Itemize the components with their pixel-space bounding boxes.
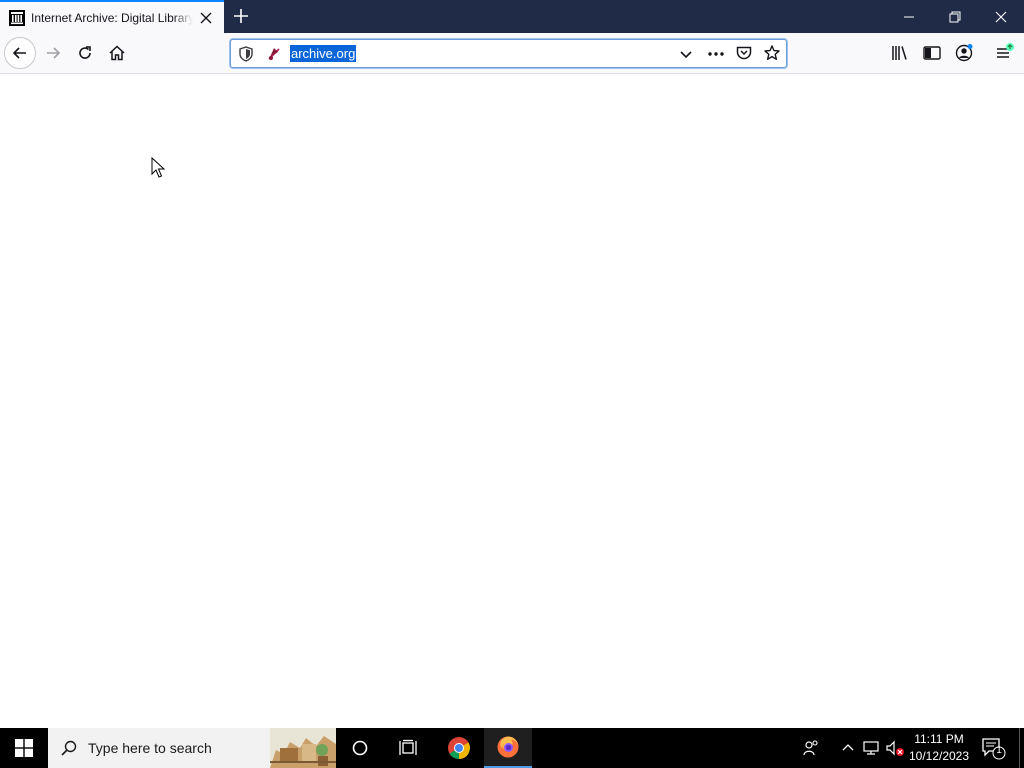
autoplay-blocked-icon[interactable] — [265, 45, 283, 63]
library-icon[interactable] — [890, 43, 910, 63]
bookmark-star-icon[interactable] — [763, 44, 781, 62]
new-tab-icon[interactable] — [230, 5, 252, 27]
show-hidden-icons-chevron-up-icon[interactable] — [838, 738, 858, 758]
taskbar-clock[interactable]: 11:11 PM 10/12/2023 — [906, 731, 972, 765]
navigation-toolbar: archive.org — [0, 33, 1024, 74]
pocket-icon[interactable] — [735, 44, 753, 62]
network-icon[interactable] — [861, 738, 881, 758]
task-view-button[interactable] — [384, 728, 432, 768]
sidebar-icon[interactable] — [922, 43, 942, 63]
people-icon[interactable] — [801, 738, 821, 758]
page-actions-icon[interactable] — [705, 45, 727, 63]
start-button[interactable] — [0, 728, 48, 768]
search-icon — [61, 740, 77, 756]
cortana-button[interactable] — [336, 728, 384, 768]
tab-strip: Internet Archive: Digital Library of Fre… — [0, 0, 1024, 33]
home-icon — [109, 45, 125, 61]
shield-icon[interactable] — [237, 45, 255, 63]
search-highlight-illustration — [270, 728, 336, 768]
close-tab-icon[interactable] — [198, 10, 214, 26]
chevron-down-icon[interactable] — [677, 45, 695, 63]
cortana-icon — [352, 740, 368, 756]
chrome-taskbar-app[interactable] — [435, 728, 483, 768]
search-placeholder: Type here to search — [88, 740, 212, 756]
task-view-icon — [399, 739, 417, 755]
taskbar: Type here to search 11:11 PM 10/12/2023 … — [0, 728, 1024, 768]
clock-time: 11:11 PM — [914, 732, 964, 746]
account-icon[interactable] — [954, 43, 974, 63]
close-window-button[interactable] — [978, 0, 1024, 33]
restore-button[interactable] — [932, 0, 978, 33]
windows-logo-icon — [15, 739, 33, 757]
restore-icon — [949, 11, 961, 22]
taskbar-search-box[interactable]: Type here to search — [48, 728, 336, 768]
page-content[interactable] — [0, 74, 1024, 728]
clock-date: 10/12/2023 — [908, 749, 970, 763]
notification-count: 1 — [996, 745, 1002, 756]
chrome-icon — [448, 737, 470, 759]
back-button[interactable] — [4, 37, 36, 69]
firefox-icon — [497, 736, 519, 758]
arrow-right-icon — [47, 47, 61, 59]
reload-icon — [79, 46, 91, 59]
reload-button[interactable] — [69, 37, 101, 69]
minimize-button[interactable] — [886, 0, 932, 33]
archive-building-icon — [9, 10, 25, 26]
volume-muted-icon[interactable] — [885, 738, 905, 758]
forward-button[interactable] — [37, 37, 69, 69]
tab-title: Internet Archive: Digital Library of Fre… — [31, 10, 193, 26]
close-icon — [995, 11, 1007, 22]
hamburger-menu-icon[interactable] — [994, 43, 1014, 63]
arrow-left-icon — [12, 47, 26, 59]
home-button[interactable] — [101, 37, 133, 69]
action-center-button[interactable]: 1 — [980, 736, 1006, 760]
minimize-icon — [904, 16, 914, 17]
show-desktop-button[interactable] — [1019, 728, 1024, 768]
firefox-taskbar-app[interactable] — [484, 728, 532, 768]
url-bar[interactable]: archive.org — [230, 39, 787, 68]
tab-internet-archive[interactable]: Internet Archive: Digital Library of Fre… — [0, 0, 224, 33]
url-input[interactable]: archive.org — [290, 45, 357, 62]
